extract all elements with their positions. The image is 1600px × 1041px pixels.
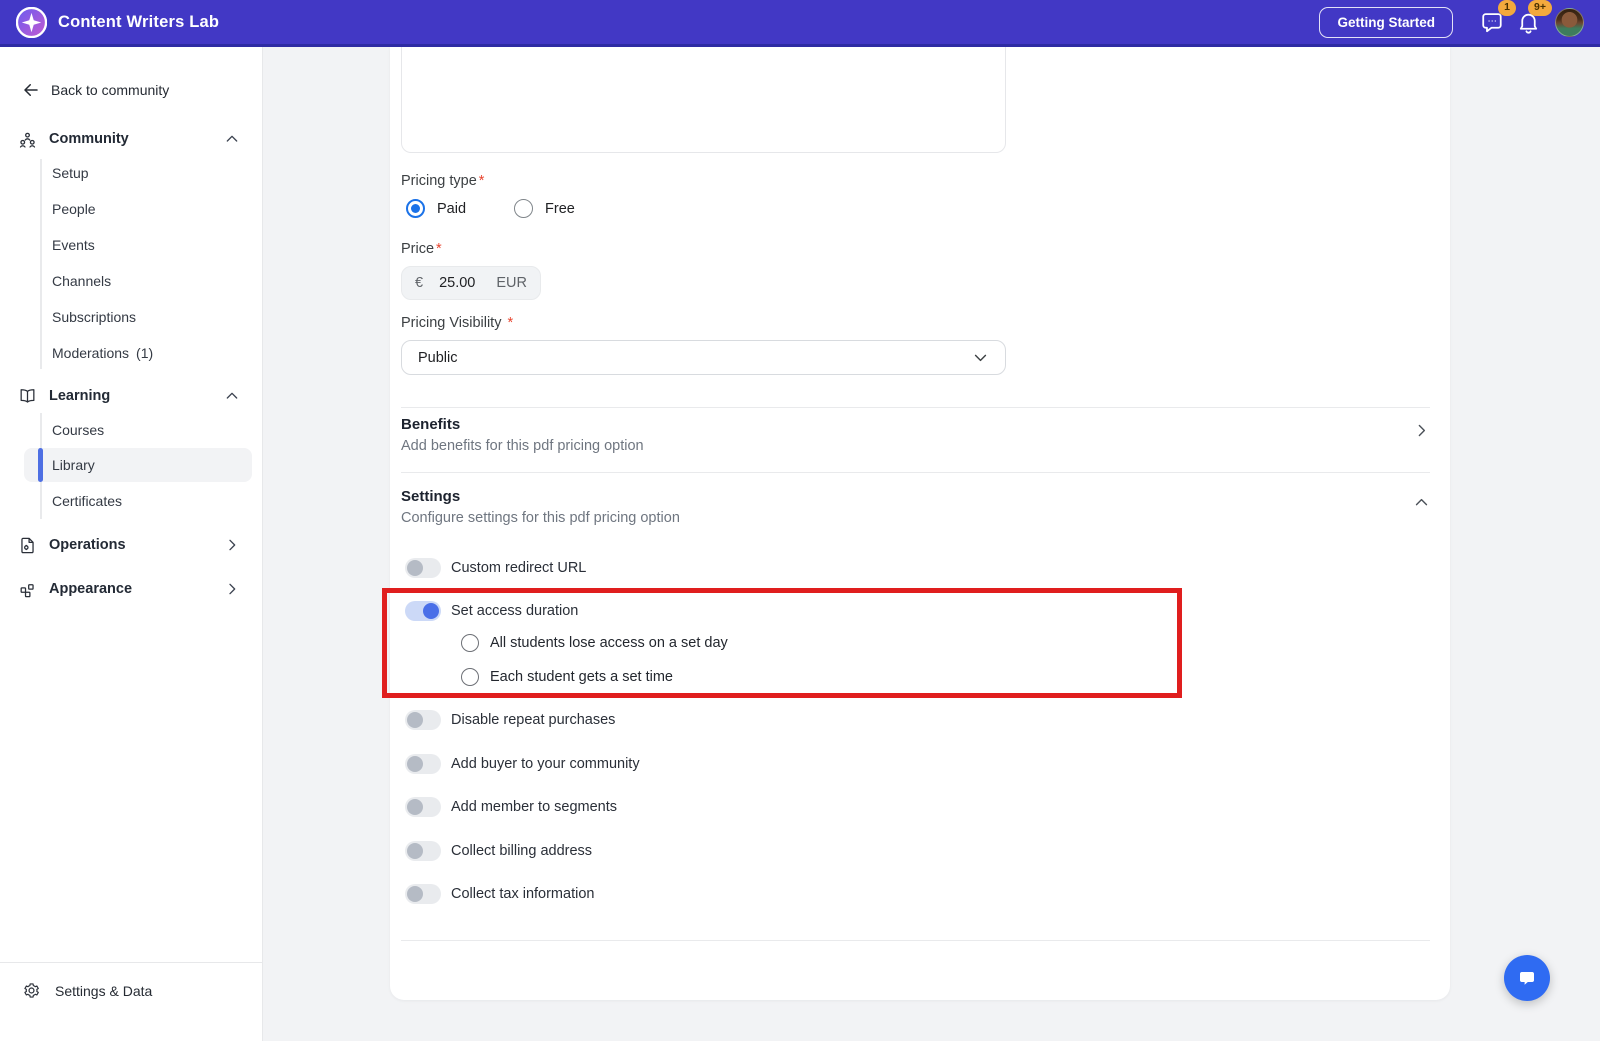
chevron-down-icon: [972, 349, 989, 366]
notifications-bell-icon[interactable]: 9+: [1513, 0, 1552, 37]
chevron-up-icon: [224, 388, 240, 404]
operations-icon: [18, 536, 37, 555]
chevron-up-icon: [224, 131, 240, 147]
gear-icon: [24, 983, 39, 998]
sidebar-item-people[interactable]: People: [52, 199, 96, 219]
sidebar-item-certificates[interactable]: Certificates: [52, 491, 122, 511]
back-arrow-icon: [24, 84, 38, 96]
chevron-up-icon[interactable]: [1413, 494, 1430, 511]
sidebar-section-appearance[interactable]: Appearance: [0, 579, 262, 599]
settings-section-header[interactable]: Settings Configure settings for this pdf…: [401, 488, 1430, 526]
add-member-segments-toggle[interactable]: [405, 797, 441, 817]
sidebar-item-subscriptions[interactable]: Subscriptions: [52, 307, 136, 327]
collect-tax-information-toggle[interactable]: [405, 884, 441, 904]
chevron-right-icon: [224, 537, 240, 553]
divider: [401, 472, 1430, 473]
price-input[interactable]: € 25.00 EUR: [401, 266, 541, 300]
divider: [401, 407, 1430, 408]
price-label: Price *: [401, 241, 442, 257]
disable-repeat-purchases-toggle[interactable]: [405, 710, 441, 730]
settings-and-data-link[interactable]: Settings & Data: [0, 981, 262, 1000]
collect-billing-toggle-row: Collect billing address: [405, 841, 592, 861]
add-buyer-toggle-row: Add buyer to your community: [405, 754, 640, 774]
top-navbar: Content Writers Lab Getting Started 1 9+: [0, 0, 1600, 47]
app-title: Content Writers Lab: [58, 12, 220, 31]
price-value: 25.00: [439, 275, 476, 291]
pricing-visibility-label: Pricing Visibility *: [401, 315, 514, 331]
required-asterisk: *: [478, 173, 485, 189]
benefits-section-header[interactable]: Benefits Add benefits for this pdf prici…: [401, 416, 1430, 454]
radio-paid-label: Paid: [437, 200, 467, 217]
required-asterisk: *: [507, 315, 514, 331]
pricing-type-label: Pricing type *: [401, 173, 485, 189]
sidebar-item-library[interactable]: Library: [52, 455, 95, 475]
divider: [401, 940, 1430, 941]
chevron-right-icon: [224, 581, 240, 597]
notifications-badge: 9+: [1528, 0, 1552, 16]
chevron-right-icon[interactable]: [1413, 422, 1430, 439]
community-subnav-rule: [40, 159, 42, 369]
set-access-duration-toggle-row: Set access duration: [405, 601, 578, 621]
chat-launcher-button[interactable]: [1504, 955, 1550, 1001]
pricing-type-radio-group: Paid Free: [406, 199, 611, 218]
chat-icon[interactable]: 1: [1477, 0, 1516, 37]
radio-all-students-set-day[interactable]: [461, 634, 479, 652]
learning-book-icon: [18, 387, 37, 406]
benefits-subtitle: Add benefits for this pdf pricing option: [401, 438, 644, 454]
sidebar-section-community[interactable]: Community: [0, 129, 262, 149]
benefits-title: Benefits: [401, 416, 461, 433]
description-textarea[interactable]: [401, 46, 1006, 153]
chat-bubble-icon: [1520, 972, 1534, 985]
community-icon: [18, 130, 37, 149]
access-option-set-time-row: Each student gets a set time: [461, 668, 673, 686]
custom-redirect-toggle[interactable]: [405, 558, 441, 578]
collect-billing-address-toggle[interactable]: [405, 841, 441, 861]
user-avatar[interactable]: [1555, 7, 1584, 37]
radio-free[interactable]: [514, 199, 534, 218]
radio-paid[interactable]: [406, 199, 425, 218]
collect-tax-toggle-row: Collect tax information: [405, 884, 594, 904]
pricing-option-panel: Pricing type * Paid Free Price * € 25.00 E…: [390, 46, 1450, 1000]
back-to-community-link[interactable]: Back to community: [0, 81, 262, 99]
sidebar-item-moderations[interactable]: Moderations (1): [52, 343, 153, 363]
custom-redirect-toggle-row: Custom redirect URL: [405, 558, 586, 578]
disable-repeat-toggle-row: Disable repeat purchases: [405, 710, 615, 730]
sidebar: Back to community Community Setup People…: [0, 47, 263, 1041]
add-member-toggle-row: Add member to segments: [405, 797, 617, 817]
sidebar-item-events[interactable]: Events: [52, 235, 95, 255]
active-indicator: [38, 448, 43, 482]
currency-code: EUR: [496, 275, 527, 291]
sidebar-section-learning[interactable]: Learning: [0, 386, 262, 406]
getting-started-button[interactable]: Getting Started: [1319, 6, 1453, 38]
currency-symbol: €: [415, 275, 424, 291]
settings-title: Settings: [401, 488, 461, 505]
sidebar-item-courses[interactable]: Courses: [52, 420, 104, 440]
sidebar-section-operations[interactable]: Operations: [0, 535, 262, 555]
app-logo-icon[interactable]: [15, 6, 48, 38]
moderations-count: (1): [136, 345, 154, 361]
sidebar-footer-divider: [0, 962, 263, 963]
selected-option: Public: [418, 349, 458, 366]
set-access-duration-toggle[interactable]: [405, 601, 441, 621]
settings-subtitle: Configure settings for this pdf pricing …: [401, 510, 680, 526]
radio-free-label: Free: [545, 200, 575, 217]
appearance-icon: [18, 580, 37, 599]
sidebar-item-channels[interactable]: Channels: [52, 271, 111, 291]
sidebar-item-setup[interactable]: Setup: [52, 163, 89, 183]
access-option-set-day-row: All students lose access on a set day: [461, 634, 728, 652]
add-buyer-toggle[interactable]: [405, 754, 441, 774]
required-asterisk: *: [436, 241, 442, 257]
radio-each-student-set-time[interactable]: [461, 668, 479, 686]
pricing-visibility-select[interactable]: Public: [401, 340, 1006, 375]
